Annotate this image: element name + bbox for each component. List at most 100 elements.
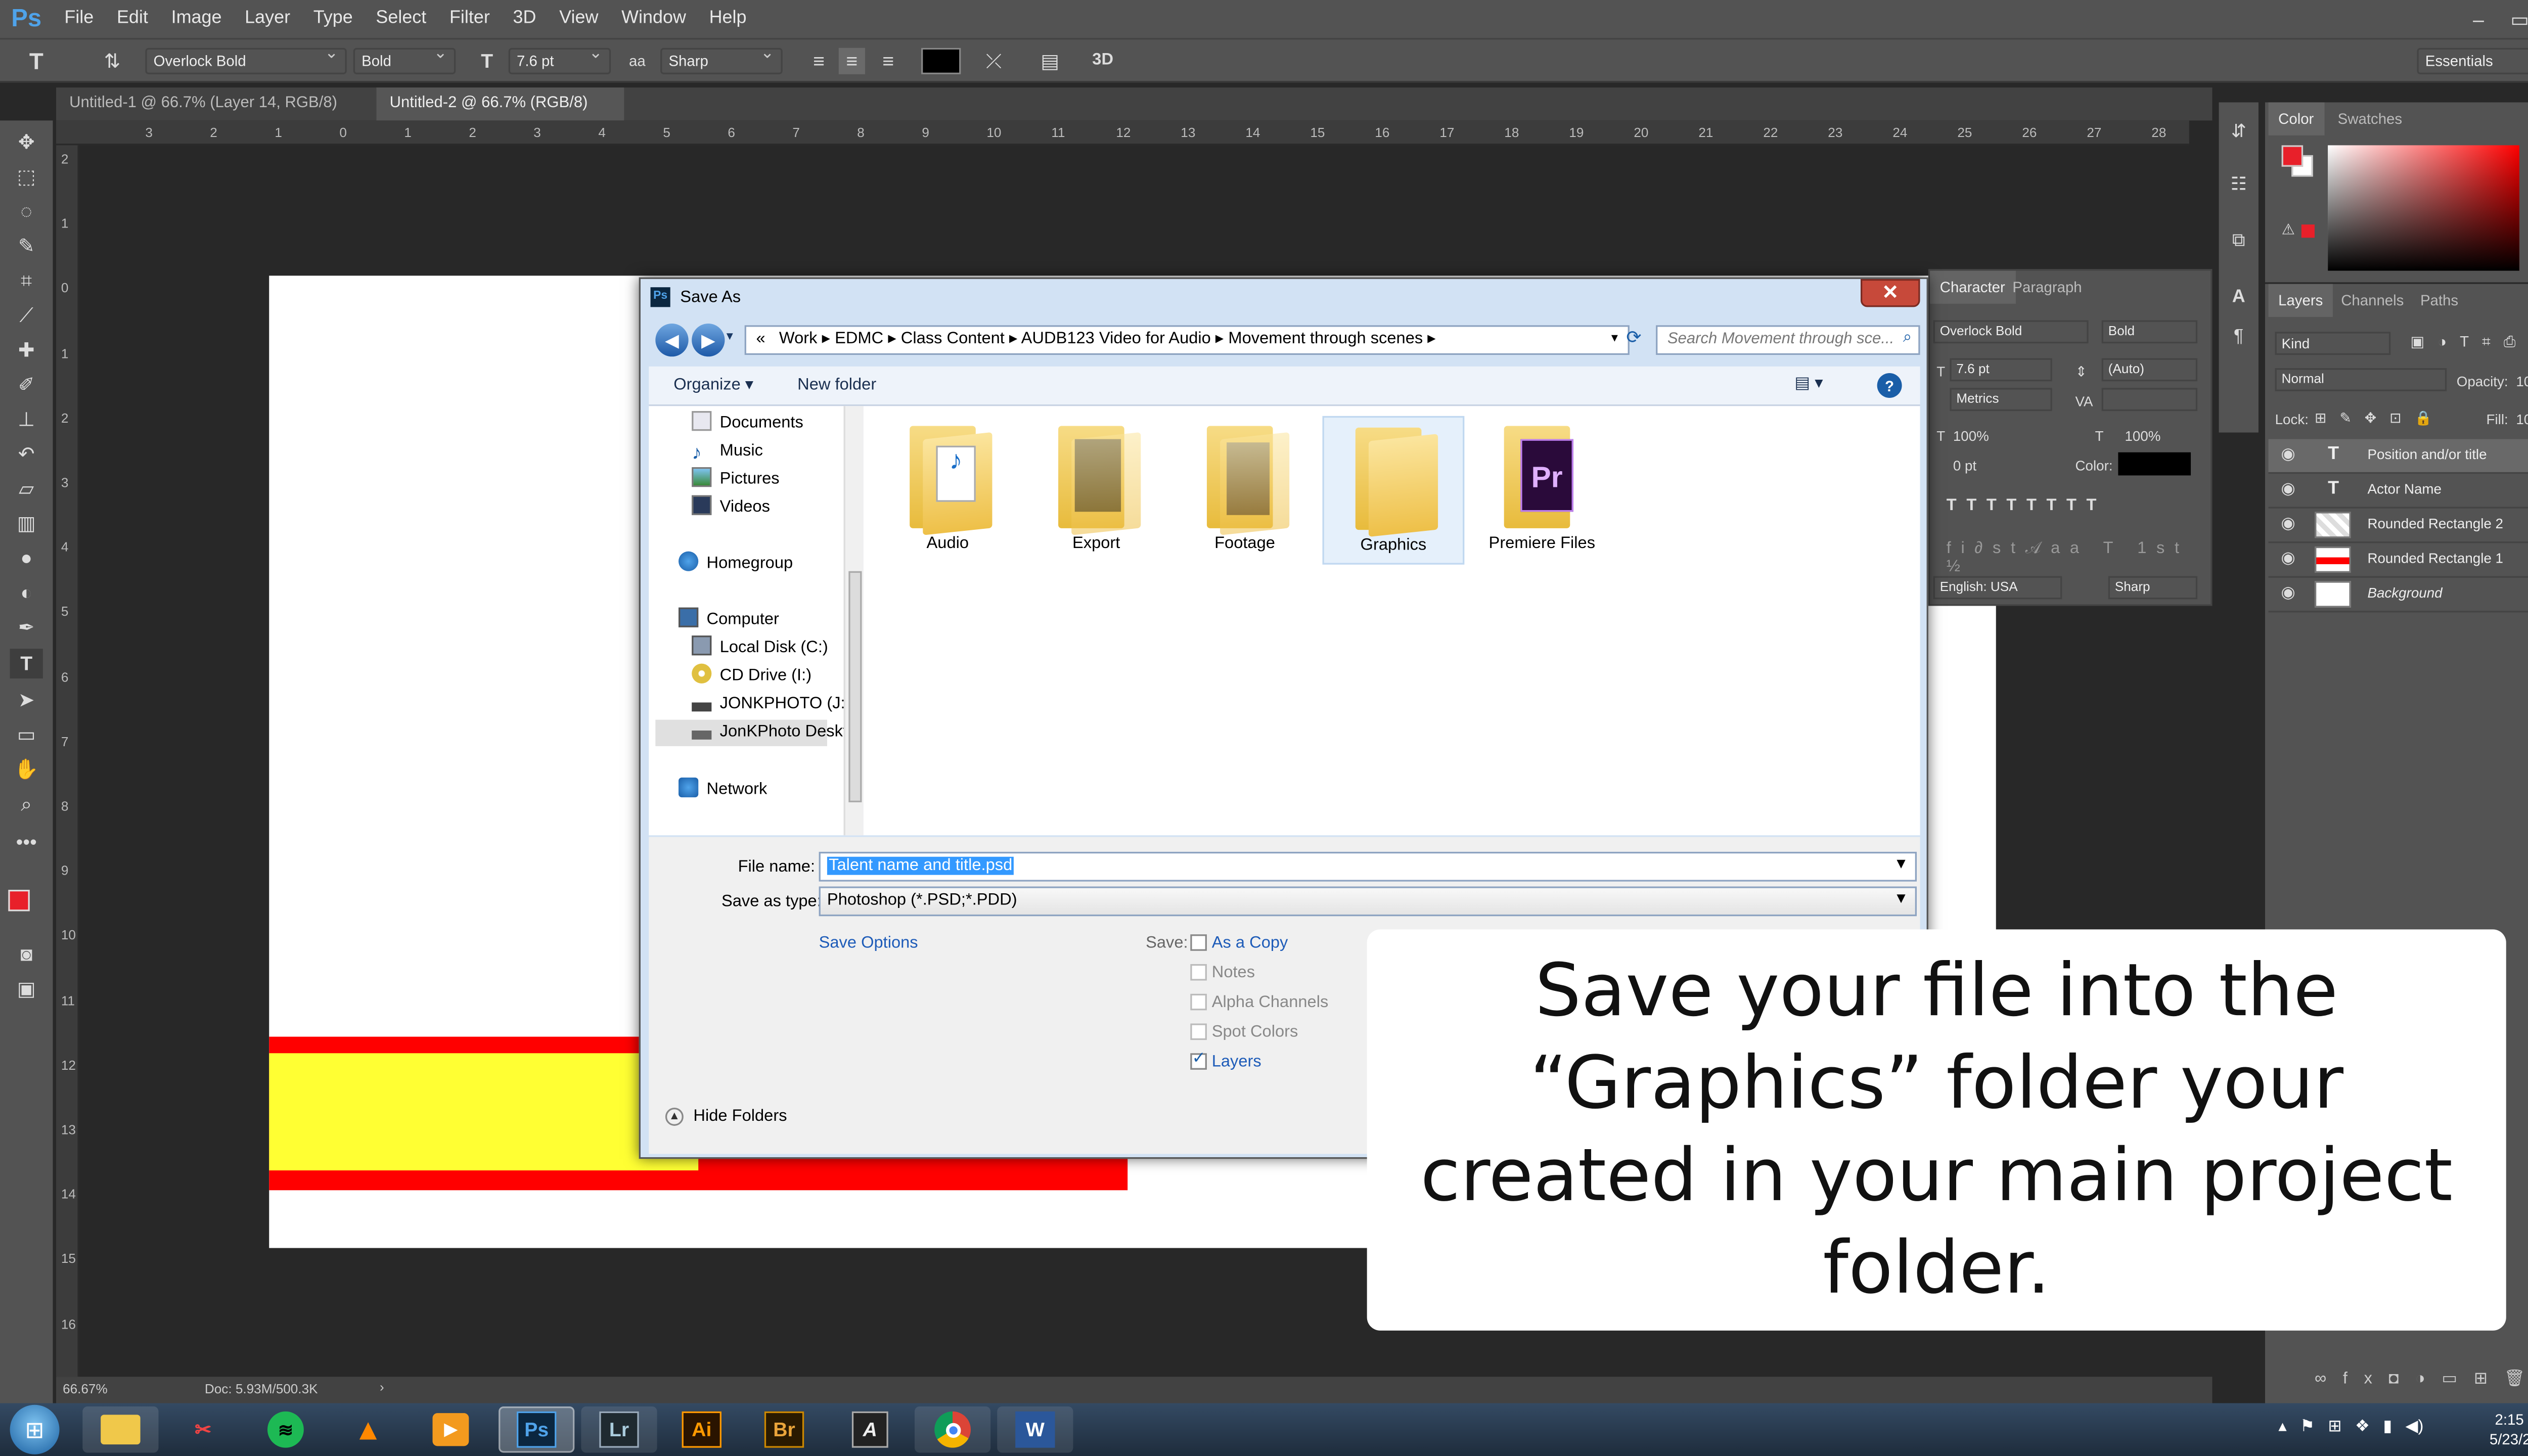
- notes-checkbox[interactable]: [1190, 964, 1207, 981]
- nav-documents[interactable]: Documents: [692, 411, 803, 437]
- nav-local-disk[interactable]: Local Disk (C:): [692, 635, 828, 662]
- character-panel-icon[interactable]: A: [2226, 284, 2252, 310]
- nav-videos[interactable]: Videos: [692, 495, 770, 522]
- paragraph-panel-icon[interactable]: ¶: [2226, 324, 2252, 350]
- menu-3d[interactable]: 3D: [502, 0, 548, 38]
- clone-stamp-tool-icon[interactable]: ⊥: [10, 404, 43, 434]
- menu-window[interactable]: Window: [610, 0, 697, 38]
- text-orientation-icon[interactable]: ⇅: [99, 48, 125, 74]
- align-left-icon[interactable]: ≡: [805, 48, 832, 74]
- nav-music[interactable]: ♪ Music: [692, 439, 763, 466]
- 3d-button[interactable]: 3D: [1090, 48, 1116, 74]
- address-bar[interactable]: « Work ▸ EDMC ▸ Class Content ▸ AUDB123 …: [744, 325, 1630, 355]
- illustrator-taskbar-button[interactable]: Ai: [664, 1406, 740, 1452]
- flag-icon[interactable]: ⚑: [2300, 1418, 2315, 1436]
- menu-view[interactable]: View: [548, 0, 610, 38]
- eye-icon[interactable]: ◉: [2278, 584, 2298, 604]
- font-style-dropdown[interactable]: Bold: [353, 46, 456, 74]
- hand-tool-icon[interactable]: ✋: [10, 754, 43, 784]
- nav-scroll-thumb[interactable]: [848, 571, 862, 802]
- history-dropdown-icon[interactable]: ▾: [727, 329, 733, 343]
- opacity-field[interactable]: 100%: [2516, 373, 2528, 390]
- healing-brush-tool-icon[interactable]: ✚: [10, 335, 43, 365]
- align-right-icon[interactable]: ≡: [875, 48, 901, 74]
- char-leading-field[interactable]: (Auto): [2101, 358, 2198, 382]
- explorer-taskbar-button[interactable]: [82, 1406, 159, 1453]
- layer-footer-icons[interactable]: ∞fx◘◑▭⊞🗑: [2315, 1370, 2528, 1388]
- dropbox-icon[interactable]: ❖: [2355, 1418, 2370, 1436]
- back-button[interactable]: ◀: [655, 324, 689, 357]
- new-folder-button[interactable]: New folder: [797, 376, 876, 394]
- foreground-color-swatch[interactable]: [8, 889, 30, 912]
- view-options-icon[interactable]: ▤ ▾: [1794, 375, 1823, 393]
- char-antialias-dropdown[interactable]: Sharp: [2108, 576, 2198, 600]
- folder-premiere-files[interactable]: Pr Premiere Files: [1471, 416, 1613, 565]
- layer-filter-dropdown[interactable]: Kind: [2275, 332, 2391, 355]
- lock-icons[interactable]: ⊞✎✥⊡🔒: [2315, 410, 2445, 428]
- blur-tool-icon[interactable]: ●: [10, 543, 43, 573]
- opentype-buttons[interactable]: fi∂st𝒜aa T 1st ½: [1947, 540, 2210, 576]
- tab-color[interactable]: Color: [2268, 102, 2324, 135]
- char-kerning-field[interactable]: Metrics: [1950, 388, 2052, 412]
- tab-paragraph[interactable]: Paragraph: [2003, 271, 2092, 304]
- lasso-tool-icon[interactable]: ◌: [10, 197, 43, 226]
- eye-icon[interactable]: ◉: [2278, 515, 2298, 535]
- eraser-tool-icon[interactable]: ▱: [10, 474, 43, 504]
- move-tool-icon[interactable]: ✥: [10, 127, 43, 157]
- nav-scrollbar[interactable]: [843, 406, 864, 836]
- layer-row[interactable]: ◉ Rounded Rectangle 1: [2268, 543, 2528, 578]
- tab-channels[interactable]: Channels: [2331, 284, 2414, 317]
- path-selection-tool-icon[interactable]: ➤: [10, 685, 43, 715]
- blend-mode-dropdown[interactable]: Normal: [2275, 368, 2447, 391]
- nav-jonkphoto-desktop[interactable]: JonKPhoto Deskt: [655, 719, 847, 746]
- warp-text-icon[interactable]: ⤫: [981, 48, 1007, 74]
- nav-computer[interactable]: Computer: [679, 607, 779, 634]
- more-tools-icon[interactable]: •••: [10, 827, 43, 857]
- menu-edit[interactable]: Edit: [105, 0, 160, 38]
- zoom-level[interactable]: 66.67%: [63, 1382, 108, 1396]
- lightroom-taskbar-button[interactable]: Lr: [581, 1406, 657, 1453]
- eye-icon[interactable]: ◉: [2278, 446, 2298, 466]
- char-style-dropdown[interactable]: Bold: [2101, 320, 2198, 344]
- spotify-taskbar-button[interactable]: ≋: [248, 1406, 324, 1452]
- char-color-swatch[interactable]: [2118, 452, 2191, 476]
- char-font-dropdown[interactable]: Overlock Bold: [1933, 320, 2089, 344]
- folder-graphics[interactable]: Graphics: [1322, 416, 1465, 565]
- char-hscale-field[interactable]: 100%: [2125, 428, 2160, 444]
- tab-swatches[interactable]: Swatches: [2328, 102, 2412, 135]
- folder-footage[interactable]: Footage: [1174, 416, 1316, 565]
- history-panel-icon[interactable]: ⇵: [2226, 119, 2252, 145]
- dodge-tool-icon[interactable]: ◐: [10, 578, 43, 608]
- menu-file[interactable]: File: [53, 0, 105, 38]
- type-tool-icon[interactable]: T: [10, 649, 43, 679]
- folder-audio[interactable]: ♪ Audio: [877, 416, 1019, 565]
- as-a-copy-checkbox[interactable]: [1190, 934, 1207, 951]
- nav-cd-drive[interactable]: CD Drive (I:): [692, 663, 811, 690]
- character-panel-toggle-icon[interactable]: ▤: [1037, 48, 1063, 74]
- antialias-dropdown[interactable]: Sharp: [660, 46, 783, 74]
- windows-icon[interactable]: ⊞: [2328, 1418, 2341, 1436]
- crop-tool-icon[interactable]: ⌗: [10, 266, 43, 296]
- layer-row[interactable]: ◉ T Position and/or title: [2268, 439, 2528, 474]
- eyedropper-tool-icon[interactable]: ⟋: [10, 300, 43, 330]
- marquee-tool-icon[interactable]: ⬚: [10, 162, 43, 192]
- search-input[interactable]: Search Movement through sce... ⌕: [1656, 325, 1920, 355]
- layers-checkbox[interactable]: [1190, 1050, 1207, 1070]
- clock[interactable]: 2:15 PM 5/23/2016: [2490, 1410, 2528, 1449]
- font-size-dropdown[interactable]: 7.6 pt: [508, 46, 611, 74]
- file-list[interactable]: ♪ Audio Export Footage Graphics Pr Premi…: [863, 406, 1920, 836]
- menu-filter[interactable]: Filter: [438, 0, 502, 38]
- volume-icon[interactable]: ◀): [2405, 1418, 2423, 1436]
- tab-layers[interactable]: Layers: [2268, 284, 2333, 317]
- tray-expand-icon[interactable]: ▴: [2278, 1418, 2286, 1436]
- organize-button[interactable]: Organize ▾: [673, 376, 753, 394]
- nav-jonkphoto[interactable]: JONKPHOTO (J:): [692, 692, 850, 718]
- restore-button[interactable]: ▭: [2510, 8, 2528, 31]
- eye-icon[interactable]: ◉: [2278, 550, 2298, 569]
- type-tool-icon[interactable]: T: [23, 48, 50, 74]
- save-type-dropdown-icon[interactable]: ▼: [1894, 890, 1909, 906]
- gradient-tool-icon[interactable]: ▥: [10, 509, 43, 538]
- breadcrumb-movement[interactable]: Movement through scenes: [1228, 330, 1423, 348]
- screen-mode-icon[interactable]: ▣: [10, 974, 43, 1004]
- alpha-channels-checkbox[interactable]: [1190, 993, 1207, 1011]
